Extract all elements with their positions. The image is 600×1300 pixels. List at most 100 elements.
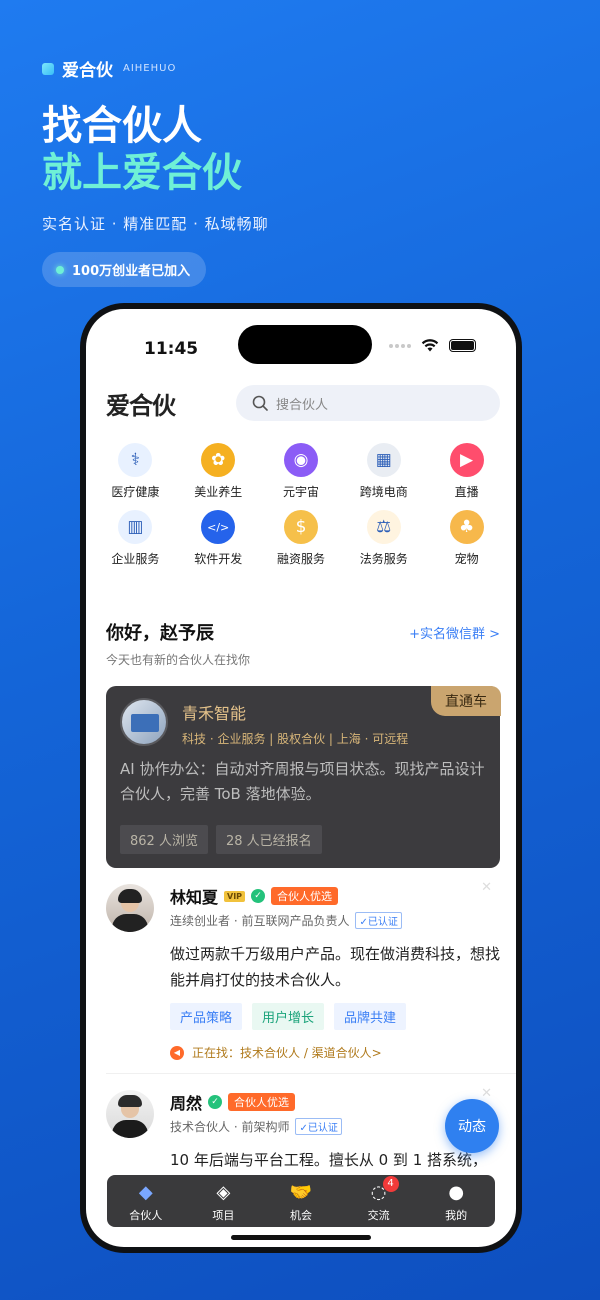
tab-chat[interactable]: ◌ 4 交流 [347, 1175, 411, 1223]
user-bio: 做过两款千万级用户产品。现在做消费科技，想找能并肩打仗的技术合伙人。 [170, 945, 501, 989]
category-item[interactable]: ✿ 美业养生 [177, 443, 260, 500]
home-indicator[interactable] [231, 1235, 371, 1240]
pet-icon: ♣ [449, 510, 484, 544]
layers-icon: ◈ [216, 1182, 231, 1203]
partner-icon: ◆ [138, 1182, 153, 1203]
category-label: 跨境电商 [359, 485, 408, 499]
wifi-icon [421, 339, 439, 352]
feature-list: 实名认证 · 精准匹配 · 私域畅聊 [42, 215, 269, 233]
money-bag-icon: $ [283, 510, 318, 544]
medical-icon: ⚕ [118, 443, 153, 477]
tab-label: 合伙人 [129, 1208, 163, 1222]
tab-label: 项目 [212, 1208, 235, 1222]
category-grid: ⚕ 医疗健康 ✿ 美业养生 ◉ 元宇宙 ▦ 跨境电商 ▶ 直播 ▥ 企业服务 </> 软件开发 $ 融资服务 ⚖… [86, 421, 516, 567]
building-icon: ▥ [118, 510, 153, 544]
certified-badge: ✓已认证 [355, 912, 402, 929]
headline-1: 找合伙人 [42, 103, 202, 149]
tab-layers[interactable]: ◈ 项目 [191, 1182, 255, 1223]
user-title: 连续创业者 · 前互联网产品负责人 [170, 914, 350, 928]
category-item[interactable]: </> 软件开发 [177, 510, 260, 567]
category-label: 宠物 [454, 552, 479, 566]
tag-list: 产品策略 用户增长 品牌共建 [170, 1003, 500, 1030]
brand-name: 爱合伙 [62, 61, 113, 81]
category-label: 直播 [454, 485, 479, 499]
certified-badge: ✓已认证 [295, 1118, 342, 1135]
app-logo: 爱合伙 [106, 391, 176, 420]
avatar[interactable] [106, 1090, 154, 1138]
project-avatar [120, 698, 168, 746]
tab-profile[interactable]: ● 我的 [424, 1182, 488, 1223]
category-item[interactable]: ▥ 企业服务 [94, 510, 177, 567]
category-label: 企业服务 [111, 552, 160, 566]
profile-icon: ● [448, 1182, 465, 1203]
close-icon[interactable]: ✕ [481, 1086, 492, 1101]
project-card[interactable]: 直通车 青禾智能 科技 · 企业服务 | 股权合伙 | 上海 · 可远程 AI … [106, 686, 501, 868]
promo-header: 爱合伙 AIHEHUO 找合伙人 就上爱合伙 实名认证 · 精准匹配 · 私域畅… [42, 56, 562, 287]
tag: 产品策略 [170, 1003, 243, 1030]
store-icon: ▦ [366, 443, 401, 477]
category-item[interactable]: ♣ 宠物 [425, 510, 508, 567]
user-name: 林知夏 [170, 888, 219, 907]
wechat-group-link[interactable]: +实名微信群 > [409, 623, 500, 642]
phone-frame: 11:45 爱合伙 搜合伙人 ⚕ 医疗健康 ✿ 美业养生 ◉ 元宇宙 ▦ 跨境电商 ▶ 直播 ▥ 企业… [80, 303, 522, 1253]
metaverse-icon: ◉ [283, 443, 318, 477]
brand-logo-icon [42, 62, 54, 75]
category-item[interactable]: ▶ 直播 [425, 443, 508, 500]
category-item[interactable]: ⚖ 法务服务 [342, 510, 425, 567]
tag: 用户增长 [252, 1003, 325, 1030]
category-label: 医疗健康 [111, 485, 160, 499]
seeking-text: 正在找：技术合伙人 / 渠道合伙人> [192, 1046, 382, 1060]
unread-badge: 4 [382, 1175, 399, 1192]
vip-icon: VIP [224, 890, 246, 902]
tab-label: 机会 [289, 1208, 312, 1222]
project-name: 青禾智能 [182, 704, 247, 723]
status-icons [389, 339, 476, 352]
category-label: 融资服务 [276, 552, 325, 566]
avatar[interactable] [106, 884, 154, 932]
status-time: 11:45 [144, 339, 199, 359]
phone-screen: 11:45 爱合伙 搜合伙人 ⚕ 医疗健康 ✿ 美业养生 ◉ 元宇宙 ▦ 跨境电商 ▶ 直播 ▥ 企业… [86, 309, 516, 1247]
lawyer-icon: ⚖ [366, 510, 401, 544]
bottom-tab-bar: ◆ 合伙人 ◈ 项目 🤝 机会 ◌ 4 交流 ● 我的 [107, 1175, 495, 1227]
app-header: 爱合伙 搜合伙人 [86, 385, 516, 421]
tab-label: 交流 [367, 1208, 390, 1222]
project-description: AI 协作办公：自动对齐周报与项目状态。现找产品设计合伙人，完善 ToB 落地体… [120, 760, 485, 803]
tab-partner[interactable]: ◆ 合伙人 [114, 1182, 178, 1223]
seeking-row[interactable]: ◀ 正在找：技术合伙人 / 渠道合伙人> [170, 1044, 500, 1061]
status-bar: 11:45 [86, 309, 516, 365]
brand-english: AIHEHUO [123, 63, 177, 74]
user-name: 周然 [170, 1094, 203, 1113]
user-card[interactable]: ✕ 林知夏 VIP ✓ 合伙人优选 连续创业者 · 前互联网产品负责人 ✓已认证… [86, 868, 516, 1061]
user-title: 技术合伙人 · 前架构师 [170, 1120, 290, 1134]
pick-badge: 合伙人优选 [228, 1093, 296, 1111]
direct-badge: 直通车 [431, 686, 501, 716]
greeting-subtitle: 今天也有新的合伙人在找你 [106, 653, 251, 667]
feed-fab-button[interactable]: 动态 [445, 1099, 499, 1153]
category-item[interactable]: $ 融资服务 [260, 510, 343, 567]
tab-label: 我的 [445, 1208, 468, 1222]
verified-check-icon: ✓ [251, 889, 266, 903]
code-icon: </> [201, 510, 236, 544]
greeting-title: 你好，赵予辰 [106, 623, 214, 644]
project-meta: 科技 · 企业服务 | 股权合伙 | 上海 · 可远程 [182, 732, 409, 746]
category-item[interactable]: ▦ 跨境电商 [342, 443, 425, 500]
category-item[interactable]: ◉ 元宇宙 [260, 443, 343, 500]
close-icon[interactable]: ✕ [481, 880, 492, 895]
tag: 品牌共建 [334, 1003, 407, 1030]
pick-badge: 合伙人优选 [271, 887, 339, 905]
category-label: 法务服务 [359, 552, 408, 566]
glow-dot-icon [56, 265, 64, 274]
verified-check-icon: ✓ [208, 1095, 223, 1109]
live-icon: ▶ [449, 443, 484, 477]
joined-pill: 100万创业者已加入 [42, 252, 207, 287]
search-icon [252, 395, 268, 411]
headline-2: 就上爱合伙 [42, 150, 242, 196]
category-label: 元宇宙 [282, 485, 319, 499]
tab-handshake[interactable]: 🤝 机会 [269, 1182, 333, 1223]
battery-icon [449, 339, 476, 352]
greeting-section: 你好，赵予辰 今天也有新的合伙人在找你 +实名微信群 > [86, 619, 516, 668]
brand-row: 爱合伙 AIHEHUO [42, 56, 562, 81]
category-item[interactable]: ⚕ 医疗健康 [94, 443, 177, 500]
search-input[interactable]: 搜合伙人 [236, 385, 500, 421]
handshake-icon: 🤝 [289, 1182, 313, 1203]
